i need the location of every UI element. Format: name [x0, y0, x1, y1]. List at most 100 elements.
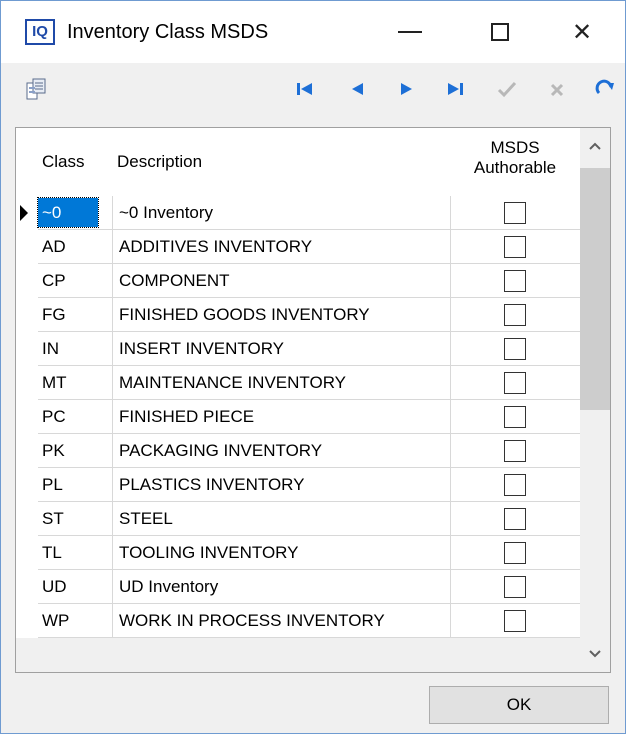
cell-class[interactable]: ~0 [37, 196, 113, 230]
close-button[interactable]: ✕ [537, 1, 626, 63]
ok-button[interactable]: OK [429, 686, 609, 724]
msds-header-line2: Authorable [473, 158, 557, 177]
cancel-icon[interactable] [545, 77, 569, 101]
table-row[interactable]: FG FINISHED GOODS INVENTORY [16, 298, 580, 332]
msds-authorable-checkbox[interactable] [504, 236, 526, 258]
table-row[interactable]: CP COMPONENT [16, 264, 580, 298]
cell-class[interactable]: PK [38, 434, 113, 468]
table-row[interactable]: PK PACKAGING INVENTORY [16, 434, 580, 468]
next-record-icon[interactable] [395, 77, 419, 101]
cell-class[interactable]: MT [38, 366, 113, 400]
cell-class[interactable]: PL [38, 468, 113, 502]
cell-description[interactable]: PACKAGING INVENTORY [113, 434, 451, 468]
table-row[interactable]: WP WORK IN PROCESS INVENTORY [16, 604, 580, 638]
cell-description[interactable]: INSERT INVENTORY [113, 332, 451, 366]
cell-msds-authorable [450, 366, 580, 400]
window-title: Inventory Class MSDS [67, 21, 269, 43]
cell-description[interactable]: STEEL [113, 502, 451, 536]
maximize-icon [491, 23, 509, 41]
row-indicator [16, 400, 38, 434]
cell-description[interactable]: WORK IN PROCESS INVENTORY [113, 604, 451, 638]
column-header-class[interactable]: Class [42, 152, 85, 172]
selected-class-cell[interactable]: ~0 [37, 197, 99, 228]
table-row[interactable]: UD UD Inventory [16, 570, 580, 604]
grid-bottom-area [16, 638, 580, 672]
cell-class[interactable]: ST [38, 502, 113, 536]
msds-header-line1: MSDS [490, 138, 540, 157]
column-header-msds-authorable[interactable]: MSDS Authorable [450, 138, 580, 178]
row-indicator [16, 298, 38, 332]
cell-description[interactable]: PLASTICS INVENTORY [113, 468, 451, 502]
row-indicator [16, 230, 38, 264]
msds-authorable-checkbox[interactable] [504, 270, 526, 292]
inventory-class-msds-window: IQ Inventory Class MSDS ✕ Class Descript… [0, 0, 626, 734]
msds-authorable-checkbox[interactable] [504, 202, 526, 224]
close-icon: ✕ [571, 18, 593, 46]
msds-authorable-checkbox[interactable] [504, 542, 526, 564]
column-header-description[interactable]: Description [117, 152, 202, 172]
msds-authorable-checkbox[interactable] [504, 610, 526, 632]
row-indicator [16, 570, 38, 604]
first-record-icon[interactable] [293, 77, 317, 101]
iq-app-icon: IQ [25, 19, 55, 45]
cell-description[interactable]: ADDITIVES INVENTORY [113, 230, 451, 264]
refresh-icon[interactable] [593, 77, 617, 101]
cell-msds-authorable [450, 570, 580, 604]
cell-msds-authorable [450, 264, 580, 298]
msds-authorable-checkbox[interactable] [504, 406, 526, 428]
cell-description[interactable]: COMPONENT [113, 264, 451, 298]
msds-authorable-checkbox[interactable] [504, 372, 526, 394]
maximize-button[interactable] [455, 1, 545, 63]
msds-authorable-checkbox[interactable] [504, 440, 526, 462]
post-icon[interactable] [495, 77, 519, 101]
table-row[interactable]: AD ADDITIVES INVENTORY [16, 230, 580, 264]
msds-authorable-checkbox[interactable] [504, 304, 526, 326]
msds-authorable-checkbox[interactable] [504, 576, 526, 598]
table-row[interactable]: TL TOOLING INVENTORY [16, 536, 580, 570]
cell-class[interactable]: UD [38, 570, 113, 604]
cell-class[interactable]: AD [38, 230, 113, 264]
row-indicator [16, 264, 38, 298]
table-row[interactable]: PC FINISHED PIECE [16, 400, 580, 434]
scroll-up-icon[interactable] [580, 128, 610, 164]
grid-header: Class Description MSDS Authorable [16, 128, 580, 196]
cell-msds-authorable [450, 400, 580, 434]
scrollbar-thumb[interactable] [580, 168, 610, 410]
msds-authorable-checkbox[interactable] [504, 508, 526, 530]
cell-msds-authorable [450, 468, 580, 502]
cell-description[interactable]: ~0 Inventory [113, 196, 451, 230]
table-row[interactable]: PL PLASTICS INVENTORY [16, 468, 580, 502]
prior-record-icon[interactable] [345, 77, 369, 101]
msds-authorable-checkbox[interactable] [504, 338, 526, 360]
report-icon[interactable] [25, 77, 49, 101]
table-row[interactable]: MT MAINTENANCE INVENTORY [16, 366, 580, 400]
cell-msds-authorable [450, 604, 580, 638]
cell-description[interactable]: TOOLING INVENTORY [113, 536, 451, 570]
table-row[interactable]: ST STEEL [16, 502, 580, 536]
row-indicator [16, 604, 38, 638]
last-record-icon[interactable] [443, 77, 467, 101]
minimize-button[interactable] [365, 1, 455, 63]
cell-class[interactable]: FG [38, 298, 113, 332]
cell-class[interactable]: WP [38, 604, 113, 638]
cell-msds-authorable [450, 434, 580, 468]
row-indicator [16, 434, 38, 468]
cell-class[interactable]: CP [38, 264, 113, 298]
cell-msds-authorable [450, 332, 580, 366]
table-row[interactable]: IN INSERT INVENTORY [16, 332, 580, 366]
cell-description[interactable]: FINISHED PIECE [113, 400, 451, 434]
cell-class[interactable]: IN [38, 332, 113, 366]
cell-class[interactable]: TL [38, 536, 113, 570]
inventory-class-grid: Class Description MSDS Authorable ~0 ~0 … [15, 127, 611, 673]
cell-class[interactable]: PC [38, 400, 113, 434]
msds-authorable-checkbox[interactable] [504, 474, 526, 496]
cell-description[interactable]: MAINTENANCE INVENTORY [113, 366, 451, 400]
vertical-scrollbar[interactable] [580, 128, 610, 672]
table-row[interactable]: ~0 ~0 Inventory [16, 196, 580, 230]
scroll-down-icon[interactable] [580, 636, 610, 672]
cell-msds-authorable [450, 298, 580, 332]
cell-description[interactable]: FINISHED GOODS INVENTORY [113, 298, 451, 332]
cell-description[interactable]: UD Inventory [113, 570, 451, 604]
row-indicator [16, 502, 38, 536]
row-indicator [16, 536, 38, 570]
